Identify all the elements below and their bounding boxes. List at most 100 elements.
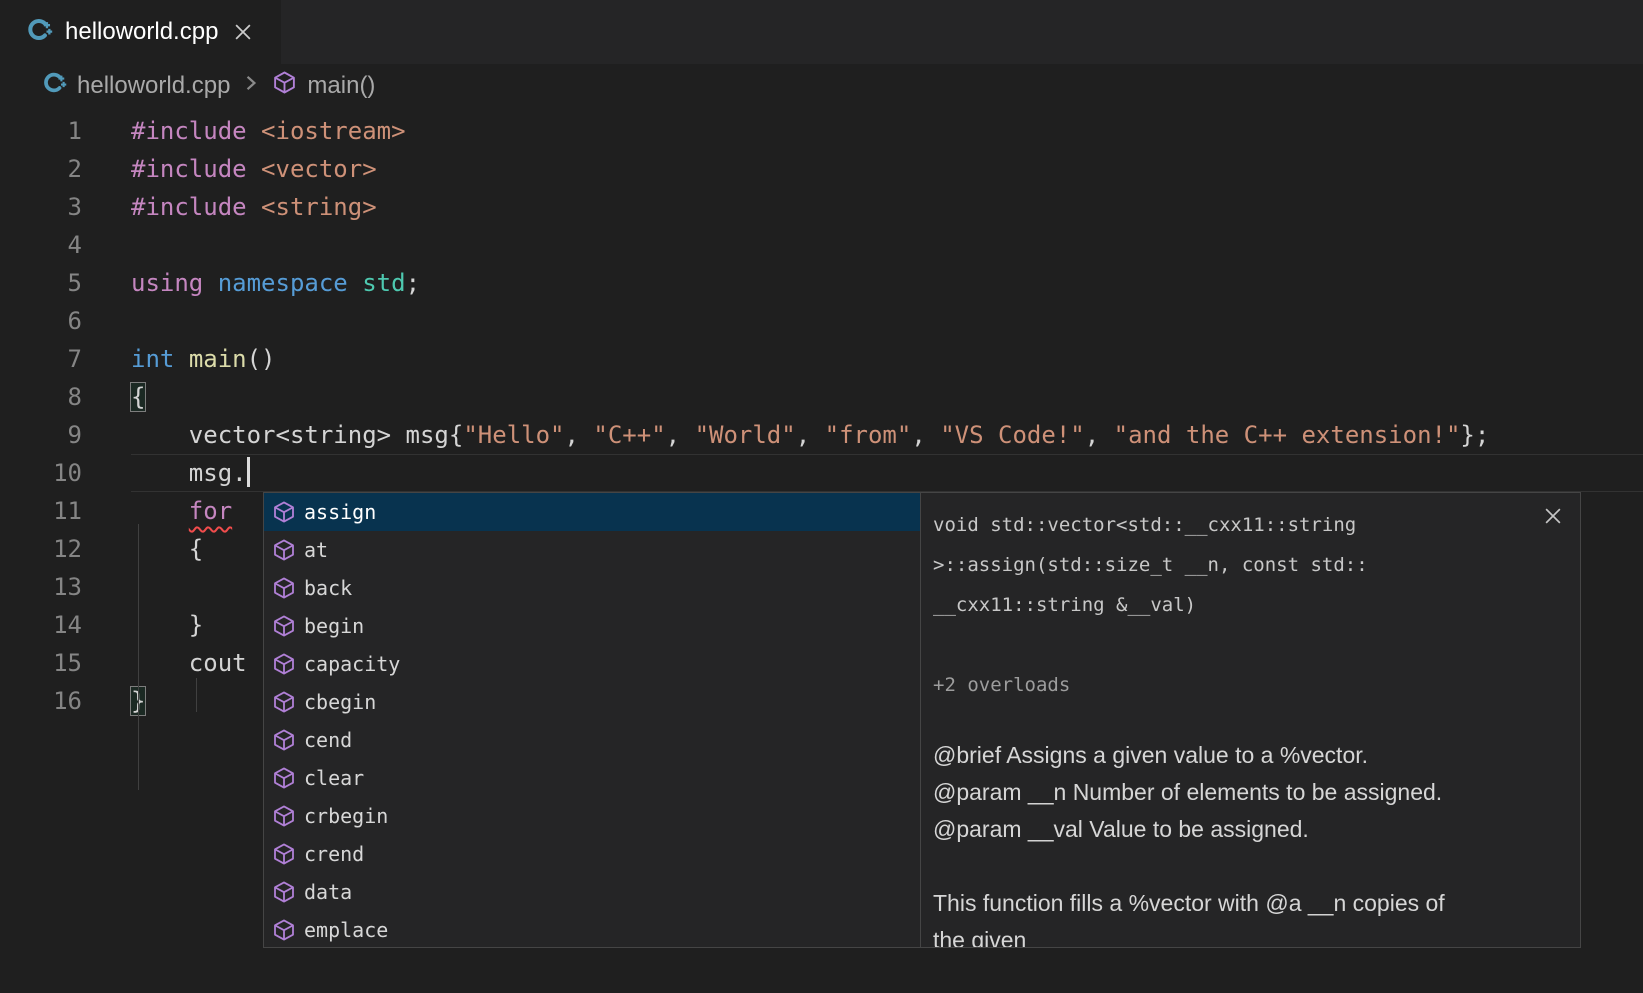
signature-line: void std::vector<std::__cxx11::string (933, 505, 1562, 545)
suggest-item-label: cend (304, 728, 352, 752)
line-number: 8 (0, 378, 82, 416)
suggest-item-emplace[interactable]: emplace (264, 911, 920, 948)
tab-label: helloworld.cpp (65, 18, 218, 46)
line-number: 5 (0, 264, 82, 302)
suggest-details-panel: void std::vector<std::__cxx11::string>::… (920, 492, 1581, 948)
symbol-method-cube-icon (272, 614, 296, 638)
suggest-docs: @brief Assigns a given value to a %vecto… (933, 737, 1562, 948)
symbol-method-cube-icon (272, 804, 296, 828)
suggest-item-capacity[interactable]: capacity (264, 645, 920, 683)
code-line-2[interactable]: 2 #include <vector> (0, 150, 1643, 188)
suggest-item-label: cbegin (304, 690, 376, 714)
code-line-6[interactable]: 6 (0, 302, 1643, 340)
suggest-item-clear[interactable]: clear (264, 759, 920, 797)
symbol-method-cube-icon (272, 538, 296, 562)
suggest-item-label: crbegin (304, 804, 388, 828)
suggest-item-at[interactable]: at (264, 531, 920, 569)
symbol-method-cube-icon (272, 728, 296, 752)
doc-line: @param __n Number of elements to be assi… (933, 774, 1562, 811)
indent-guide (196, 678, 197, 712)
line-number: 1 (0, 112, 82, 150)
line-number: 10 (0, 454, 82, 492)
suggest-item-assign[interactable]: assign (264, 493, 920, 531)
suggest-item-label: data (304, 880, 352, 904)
code-content[interactable]: using namespace std; (131, 264, 1643, 302)
breadcrumb-file-label: helloworld.cpp (77, 72, 230, 100)
code-content[interactable] (131, 302, 1643, 340)
suggest-item-cend[interactable]: cend (264, 721, 920, 759)
cpp-file-icon (26, 16, 53, 48)
breadcrumb: helloworld.cpp main() (0, 64, 1643, 108)
code-content[interactable]: #include <iostream> (131, 112, 1643, 150)
intellisense-suggest-widget: assign at back begin capacity cbegin cend clear… (263, 492, 1581, 948)
doc-line: the given (933, 922, 1562, 948)
tab-helloworld-cpp[interactable]: helloworld.cpp (0, 0, 281, 64)
code-content[interactable]: { (131, 378, 1643, 416)
overloads-count: +2 overloads (933, 665, 1562, 705)
chevron-right-icon (240, 72, 262, 101)
line-number: 13 (0, 568, 82, 606)
close-icon[interactable] (1540, 503, 1566, 529)
line-number: 6 (0, 302, 82, 340)
breadcrumb-file[interactable]: helloworld.cpp (42, 70, 230, 102)
suggest-item-label: crend (304, 842, 364, 866)
suggest-item-label: begin (304, 614, 364, 638)
code-line-10[interactable]: 10 msg. (0, 454, 1643, 492)
symbol-method-cube-icon (272, 690, 296, 714)
doc-line: This function fills a %vector with @a __… (933, 885, 1562, 922)
code-line-3[interactable]: 3 #include <string> (0, 188, 1643, 226)
indent-guide (138, 524, 139, 790)
line-number: 9 (0, 416, 82, 454)
suggest-item-label: emplace (304, 918, 388, 942)
code-content[interactable]: int main() (131, 340, 1643, 378)
suggest-item-begin[interactable]: begin (264, 607, 920, 645)
line-number: 11 (0, 492, 82, 530)
code-line-7[interactable]: 7 int main() (0, 340, 1643, 378)
code-line-5[interactable]: 5 using namespace std; (0, 264, 1643, 302)
doc-line: @param __val Value to be assigned. (933, 811, 1562, 848)
code-content[interactable]: #include <vector> (131, 150, 1643, 188)
suggest-list[interactable]: assign at back begin capacity cbegin cend clear… (263, 492, 921, 948)
line-number: 12 (0, 530, 82, 568)
suggest-item-back[interactable]: back (264, 569, 920, 607)
code-content[interactable]: vector<string> msg{"Hello", "C++", "Worl… (131, 416, 1643, 454)
code-line-9[interactable]: 9 vector<string> msg{"Hello", "C++", "Wo… (0, 416, 1643, 454)
code-line-4[interactable]: 4 (0, 226, 1643, 264)
signature-line: __cxx11::string &__val) (933, 585, 1562, 625)
suggest-item-crbegin[interactable]: crbegin (264, 797, 920, 835)
suggest-item-cbegin[interactable]: cbegin (264, 683, 920, 721)
suggest-item-label: back (304, 576, 352, 600)
line-number: 14 (0, 606, 82, 644)
line-number: 15 (0, 644, 82, 682)
line-number: 16 (0, 682, 82, 720)
suggest-item-label: at (304, 538, 328, 562)
suggest-signature: void std::vector<std::__cxx11::string>::… (933, 505, 1562, 625)
symbol-method-cube-icon (272, 500, 296, 524)
cpp-file-icon (42, 70, 67, 102)
suggest-item-crend[interactable]: crend (264, 835, 920, 873)
breadcrumb-symbol-label: main() (307, 72, 375, 100)
code-line-8[interactable]: 8{ (0, 378, 1643, 416)
doc-line: @brief Assigns a given value to a %vecto… (933, 737, 1562, 774)
code-content[interactable]: #include <string> (131, 188, 1643, 226)
symbol-method-cube-icon (272, 880, 296, 904)
suggest-item-label: capacity (304, 652, 400, 676)
line-number: 3 (0, 188, 82, 226)
code-line-1[interactable]: 1 #include <iostream> (0, 112, 1643, 150)
tab-close-icon[interactable] (230, 19, 256, 45)
text-cursor (247, 457, 250, 487)
symbol-method-cube-icon (272, 918, 296, 942)
symbol-method-cube-icon (272, 652, 296, 676)
line-number: 7 (0, 340, 82, 378)
breadcrumb-symbol[interactable]: main() (272, 70, 375, 102)
code-content[interactable] (131, 226, 1643, 264)
tab-bar: helloworld.cpp (0, 0, 1643, 64)
line-number: 4 (0, 226, 82, 264)
symbol-method-cube-icon (272, 766, 296, 790)
signature-line: >::assign(std::size_t __n, const std:: (933, 545, 1562, 585)
symbol-method-cube-icon (272, 576, 296, 600)
line-number: 2 (0, 150, 82, 188)
suggest-item-data[interactable]: data (264, 873, 920, 911)
code-content[interactable]: msg. (131, 454, 1643, 492)
suggest-item-label: clear (304, 766, 364, 790)
